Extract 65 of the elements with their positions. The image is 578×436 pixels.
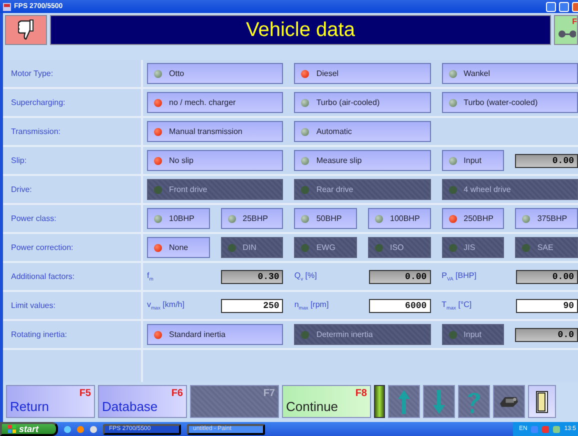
value-field[interactable]: 0.00 (515, 154, 578, 168)
field-label: P$_{VA}$ [BHP] (442, 270, 476, 282)
close-button[interactable] (572, 2, 578, 12)
machine-button[interactable] (493, 385, 525, 418)
up-button[interactable] (388, 385, 420, 418)
row-label: Transmission: (3, 118, 141, 145)
machine-icon (500, 396, 518, 408)
exit-button[interactable] (528, 385, 556, 418)
row-label: Drive: (3, 176, 141, 203)
value-field[interactable]: 90 (516, 298, 578, 312)
field-label: Q$_{v}$ [%] (294, 270, 317, 282)
row-label: Power class: (3, 205, 141, 232)
option-button[interactable]: Turbo (water-cooled) (442, 92, 578, 113)
down-arrow-icon (433, 390, 445, 414)
maximize-button[interactable] (559, 2, 569, 12)
row-label: Additional factors: (3, 263, 141, 290)
option-button[interactable]: no / mech. charger (147, 92, 284, 113)
row-label: Supercharging: (3, 89, 141, 116)
value-field[interactable]: 0.00 (516, 270, 578, 284)
field-label: T$_{max}$ [°C] (442, 300, 472, 312)
option-button[interactable]: 10BHP (147, 208, 210, 229)
function-key-button[interactable]: Return F5 (6, 385, 95, 418)
thumbs-down-icon (18, 19, 34, 41)
thumb-button[interactable] (5, 15, 47, 45)
option-button[interactable]: Manual transmission (147, 121, 284, 142)
option-button[interactable]: Diesel (294, 63, 431, 84)
option-button[interactable]: 375BHP (515, 208, 578, 229)
connector-icon (558, 30, 576, 38)
option-button[interactable]: 250BHP (442, 208, 504, 229)
app-icon (3, 2, 11, 10)
field-label: n$_{max}$ [rpm] (294, 300, 329, 312)
row-label: Limit values: (3, 292, 141, 319)
start-button[interactable]: start (0, 422, 58, 436)
value-field[interactable]: 0.0 (515, 328, 578, 342)
option-button[interactable]: Turbo (air-cooled) (294, 92, 431, 113)
option-button[interactable]: 100BHP (368, 208, 431, 229)
field-label: v$_{max}$ [km/h] (147, 300, 184, 312)
option-button[interactable]: 50BHP (294, 208, 357, 229)
option-button[interactable]: Measure slip (294, 150, 431, 171)
row-label: Slip: (3, 147, 141, 174)
status-indicator (374, 385, 385, 418)
value-field[interactable]: 0.30 (221, 270, 284, 284)
row-label: Rotating inertia: (3, 321, 141, 348)
minimize-button[interactable] (546, 2, 556, 12)
page-title: Vehicle data (50, 15, 551, 45)
option-button[interactable]: Automatic (294, 121, 431, 142)
door-icon (536, 390, 548, 412)
option-button[interactable]: Standard inertia (147, 324, 284, 345)
option-button[interactable]: 25BHP (220, 208, 284, 229)
up-arrow-icon (398, 390, 410, 414)
option-button[interactable]: No slip (147, 150, 284, 171)
value-field[interactable]: 250 (221, 298, 284, 312)
value-field[interactable]: 0.00 (368, 270, 431, 284)
windows-logo-icon (8, 425, 16, 433)
option-button[interactable]: Otto (147, 63, 284, 84)
row-label: Power correction: (3, 234, 141, 261)
row-label: Motor Type: (3, 60, 141, 87)
down-button[interactable] (423, 385, 455, 418)
option-button[interactable]: Input (442, 150, 504, 171)
field-label: f$_{m}$ (147, 270, 154, 282)
option-button[interactable]: None (147, 237, 210, 258)
function-key-button[interactable]: Continue F8 (282, 385, 371, 418)
value-field[interactable]: 6000 (368, 298, 431, 312)
function-key-button[interactable]: Database F6 (98, 385, 187, 418)
option-button[interactable]: Wankel (442, 63, 578, 84)
